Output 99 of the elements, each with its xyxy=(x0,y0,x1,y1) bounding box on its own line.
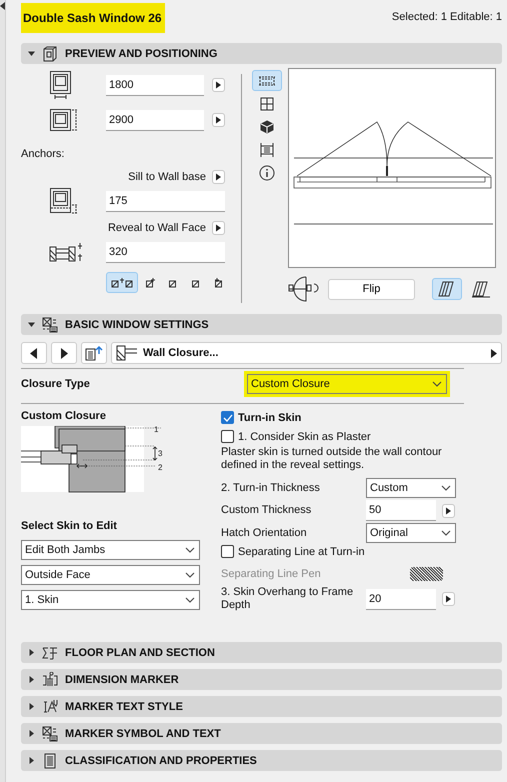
anchors-label: Anchors: xyxy=(21,148,66,160)
diagram-title: Custom Closure xyxy=(21,410,107,422)
value-arrow-button[interactable] xyxy=(442,504,455,518)
checkbox[interactable] xyxy=(221,545,234,558)
plan-section-icon xyxy=(42,644,58,660)
selection-status: Selected: 1 Editable: 1 xyxy=(392,11,502,23)
sill-height-field[interactable]: 175 xyxy=(106,190,225,212)
number-field[interactable]: 20 xyxy=(366,588,436,610)
skin-dropdown[interactable]: Outside Face xyxy=(21,565,200,585)
cube-icon xyxy=(258,118,276,134)
previous-page-button[interactable] xyxy=(21,342,47,364)
expand-icon[interactable] xyxy=(27,729,36,738)
document-icon xyxy=(42,752,58,768)
chevron-icon xyxy=(185,597,195,603)
chevron-icon xyxy=(432,381,442,387)
value-arrow-button[interactable] xyxy=(212,113,225,127)
pen-swatch[interactable] xyxy=(410,567,443,581)
section-header[interactable]: PREVIEW AND POSITIONING xyxy=(21,43,502,64)
caret-icon xyxy=(215,81,222,89)
text-style-icon xyxy=(42,698,58,714)
value-arrow-button[interactable] xyxy=(212,78,225,92)
info-icon xyxy=(258,164,276,180)
section-header[interactable]: DIMENSION MARKER xyxy=(21,669,502,690)
caret-left-icon xyxy=(30,348,38,358)
option-dropdown[interactable]: Original xyxy=(366,523,456,543)
anchor-button[interactable] xyxy=(106,272,138,293)
section-header[interactable]: MARKER SYMBOL AND TEXT xyxy=(21,723,502,744)
chevron-icon xyxy=(185,572,195,578)
value-arrow-button[interactable] xyxy=(442,592,455,606)
option-label: Separating Line Pen xyxy=(221,568,322,580)
next-page-button[interactable] xyxy=(51,342,77,364)
chevron-icon xyxy=(441,485,451,491)
caret-icon xyxy=(215,116,222,124)
section-header[interactable]: FLOOR PLAN AND SECTION xyxy=(21,642,502,663)
callout-label: 3 xyxy=(158,449,162,458)
callout-label: 1 xyxy=(154,426,158,434)
caret-right-icon xyxy=(60,348,68,358)
skin-label: Select Skin to Edit xyxy=(21,520,118,532)
anchor-icon xyxy=(145,277,156,288)
number-field[interactable]: 50 xyxy=(366,500,436,521)
reveal-depth-field[interactable]: 320 xyxy=(106,242,225,262)
caret-icon xyxy=(445,595,452,603)
value-arrow-button[interactable] xyxy=(212,221,225,235)
expand-icon[interactable] xyxy=(27,675,36,684)
sill-label: Sill to Wall base xyxy=(128,171,206,183)
window-width-icon xyxy=(49,70,73,100)
width-field[interactable]: 1800 xyxy=(106,74,204,96)
collapse-icon[interactable] xyxy=(27,320,36,329)
dimension-marker-icon xyxy=(42,672,58,688)
caret-icon xyxy=(215,224,222,232)
closure-type-label: Closure Type xyxy=(21,378,90,390)
value-arrow-button[interactable] xyxy=(212,170,225,184)
expand-icon[interactable] xyxy=(27,648,36,657)
marker-symbol-icon xyxy=(42,726,58,742)
display-mode-button[interactable] xyxy=(432,278,462,300)
skin-dropdown[interactable]: Edit Both Jambs xyxy=(21,540,200,560)
closure-type-dropdown[interactable]: Custom Closure xyxy=(247,374,447,394)
checkbox-label: Separating Line at Turn-in xyxy=(238,546,365,558)
collapse-icon[interactable] xyxy=(27,49,36,58)
dropdown-arrow-icon xyxy=(491,348,497,358)
section-header[interactable]: BASIC WINDOW SETTINGS xyxy=(21,314,502,335)
view-mode-button[interactable] xyxy=(252,70,282,91)
expand-icon[interactable] xyxy=(27,756,36,765)
option-label: Hatch Orientation xyxy=(221,526,308,540)
marker-symbol-icon xyxy=(42,316,58,332)
list-export-icon xyxy=(85,345,103,361)
checkbox-label: Turn-in Skin xyxy=(238,412,302,424)
flip-button[interactable]: Flip xyxy=(328,278,415,300)
anchor-icon xyxy=(111,277,133,288)
checkbox-label: 1. Consider Skin as Plaster xyxy=(238,430,371,442)
window-icon xyxy=(42,46,58,62)
skin-dropdown[interactable]: 1. Skin xyxy=(21,590,200,610)
collapse-panel-icon[interactable] xyxy=(0,2,5,10)
reveal-depth-icon xyxy=(49,242,85,262)
page-list-button[interactable] xyxy=(81,342,107,364)
caret-icon xyxy=(215,173,222,181)
callout-label: 2 xyxy=(158,463,162,472)
caret-icon xyxy=(445,506,452,514)
height-field[interactable]: 2900 xyxy=(106,110,204,130)
option-label: 2. Turn-in Thickness xyxy=(221,482,321,494)
anchor-icon xyxy=(214,277,225,288)
checkbox[interactable] xyxy=(221,411,234,424)
chevron-icon xyxy=(185,547,195,553)
section-header[interactable]: CLASSIFICATION AND PROPERTIES xyxy=(21,750,502,771)
option-dropdown[interactable]: Custom xyxy=(366,478,456,498)
frame-icon xyxy=(471,280,491,298)
option-label: Custom Thickness xyxy=(221,504,312,517)
wall-closure-icon xyxy=(116,345,138,361)
expand-icon[interactable] xyxy=(27,702,36,711)
reveal-label: Reveal to Wall Face xyxy=(108,222,206,234)
section-icon xyxy=(258,142,276,158)
page-selector[interactable]: Wall Closure... xyxy=(111,342,502,364)
option-label: 3. Skin Overhang to Frame Depth xyxy=(221,586,354,612)
chevron-icon xyxy=(441,530,451,536)
grid-icon xyxy=(258,96,276,112)
checkbox[interactable] xyxy=(221,430,234,443)
note-text: Plaster skin is turned outside the wall contour defined in the reveal settings. xyxy=(221,446,443,472)
section-header[interactable]: MARKER TEXT STYLE xyxy=(21,696,502,717)
element-title: Double Sash Window 26 xyxy=(21,2,165,32)
